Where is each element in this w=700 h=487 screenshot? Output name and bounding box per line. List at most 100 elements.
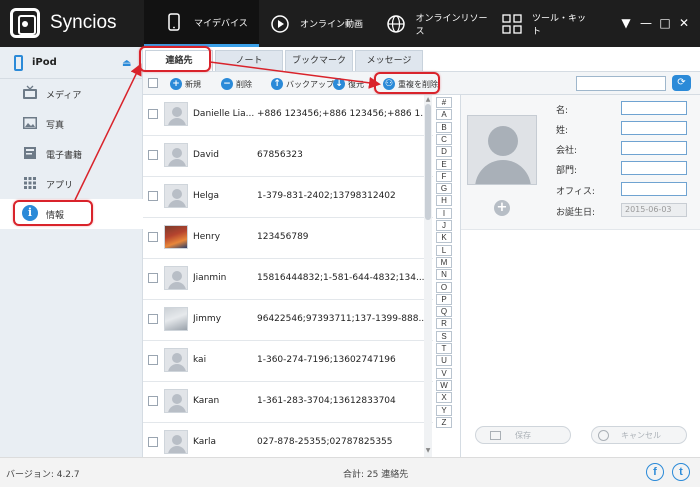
nav-tab-my-device[interactable]: マイデバイス — [144, 0, 259, 47]
facebook-icon[interactable]: f — [646, 463, 664, 481]
restore-button[interactable]: ↓ 復元 — [333, 77, 364, 91]
device-header[interactable]: iPod ⏏ — [0, 47, 143, 79]
version-text: バージョン: 4.2.7 — [6, 470, 80, 480]
alphabet-letter[interactable]: B — [436, 121, 452, 133]
alphabet-letter[interactable]: D — [436, 146, 452, 158]
row-checkbox[interactable] — [148, 191, 158, 201]
nav-tab-online-video[interactable]: オンライン動画 — [270, 0, 380, 47]
alphabet-letter[interactable]: Q — [436, 306, 452, 318]
last-name-field[interactable] — [621, 121, 687, 135]
backup-label: バックアップ — [286, 79, 334, 89]
department-label: 部門: — [556, 166, 578, 176]
scrollbar-thumb[interactable] — [425, 104, 431, 220]
alphabet-letter[interactable]: V — [436, 367, 452, 379]
sidebar-item-photos[interactable]: 写真 — [0, 109, 143, 139]
eject-icon[interactable]: ⏏ — [122, 58, 131, 69]
alphabet-letter[interactable]: I — [436, 207, 452, 219]
row-checkbox[interactable] — [148, 150, 158, 160]
alphabet-letter[interactable]: K — [436, 232, 452, 244]
contact-row[interactable]: Danielle Lia... +886 123456;+886 123456;+… — [143, 95, 433, 136]
alphabet-letter[interactable]: M — [436, 256, 452, 268]
tab-notes[interactable]: ノート — [215, 50, 283, 71]
tab-messages[interactable]: メッセージ — [355, 50, 423, 71]
sidebar: iPod ⏏ メディア 写真 電子書籍 アプリ i 情報 — [0, 47, 143, 457]
grid-icon — [502, 13, 522, 34]
new-contact-button[interactable]: + 新規 — [170, 77, 201, 91]
add-photo-icon[interactable]: + — [494, 200, 510, 216]
alphabet-letter[interactable]: H — [436, 195, 452, 207]
alphabet-letter[interactable]: G — [436, 183, 452, 195]
search-input[interactable] — [576, 76, 666, 91]
scroll-down-icon[interactable]: ▼ — [424, 447, 432, 454]
nav-tab-toolkit[interactable]: ツール・キット — [502, 0, 592, 47]
close-button[interactable]: ✕ — [675, 14, 693, 32]
company-field[interactable] — [621, 141, 687, 155]
scroll-up-icon[interactable]: ▲ — [424, 96, 432, 103]
alphabet-letter[interactable]: X — [436, 392, 452, 404]
alphabet-letter[interactable]: Z — [436, 416, 452, 428]
contact-phone: 96422546;97393711;137-1399-888... — [257, 314, 427, 324]
row-checkbox[interactable] — [148, 109, 158, 119]
alphabet-letter[interactable]: # — [436, 97, 452, 108]
alphabet-letter[interactable]: J — [436, 220, 452, 231]
alphabet-letter[interactable]: C — [436, 133, 452, 145]
select-all-checkbox[interactable] — [148, 78, 158, 88]
alphabet-letter[interactable]: O — [436, 281, 452, 293]
alphabet-letter[interactable]: W — [436, 379, 452, 391]
nav-tab-label: ツール・キット — [532, 13, 587, 37]
contact-row[interactable]: Karla 027-878-25355;02787825355 — [143, 423, 433, 457]
contact-name: Henry — [193, 232, 221, 242]
sidebar-item-media[interactable]: メディア — [0, 79, 143, 109]
contact-row[interactable]: Henry 123456789 — [143, 218, 433, 259]
contact-row[interactable]: Karan 1-361-283-3704;13612833704 — [143, 382, 433, 423]
save-button[interactable]: 保存 — [475, 426, 571, 444]
alphabet-index: # A B C D E F G H I J K L M N O P Q R S T U V W X Y Z — [433, 95, 459, 457]
row-checkbox[interactable] — [148, 437, 158, 447]
contact-row[interactable]: kai 1-360-274-7196;13602747196 — [143, 341, 433, 382]
row-checkbox[interactable] — [148, 355, 158, 365]
contact-row[interactable]: David 67856323 — [143, 136, 433, 177]
alphabet-letter[interactable]: F — [436, 170, 452, 182]
contact-phone: 1-361-283-3704;13612833704 — [257, 396, 396, 406]
menu-dropdown-icon[interactable]: ▼ — [617, 14, 635, 32]
contact-avatar — [164, 348, 188, 372]
contact-row[interactable]: Jianmin 15816444832;1-581-644-4832;134... — [143, 259, 433, 300]
new-label: 新規 — [185, 79, 201, 89]
alphabet-letter[interactable]: A — [436, 109, 452, 121]
contact-row[interactable]: Jimmy 96422546;97393711;137-1399-888... — [143, 300, 433, 341]
alphabet-letter[interactable]: U — [436, 355, 452, 367]
contact-avatar — [164, 430, 188, 454]
alphabet-letter[interactable]: S — [436, 330, 452, 342]
contact-phone: +886 123456;+886 123456;+886 1... — [257, 109, 427, 119]
nav-tab-online-resources[interactable]: オンラインリソース — [386, 0, 494, 47]
birthday-field[interactable]: 2015-06-03 — [621, 203, 687, 217]
contact-row[interactable]: Helga 1-379-831-2402;13798312402 — [143, 177, 433, 218]
refresh-icon[interactable]: ⟳ — [672, 75, 691, 91]
row-checkbox[interactable] — [148, 273, 158, 283]
alphabet-letter[interactable]: R — [436, 318, 452, 330]
contact-avatar — [164, 143, 188, 167]
alphabet-letter[interactable]: P — [436, 293, 452, 305]
delete-button[interactable]: − 削除 — [221, 77, 252, 91]
cancel-button[interactable]: キャンセル — [591, 426, 687, 444]
alphabet-letter[interactable]: E — [436, 158, 452, 170]
department-field[interactable] — [621, 161, 687, 175]
row-checkbox[interactable] — [148, 314, 158, 324]
maximize-button[interactable]: □ — [656, 14, 674, 32]
sidebar-item-ebooks[interactable]: 電子書籍 — [0, 139, 143, 169]
sidebar-item-apps[interactable]: アプリ — [0, 169, 143, 199]
alphabet-letter[interactable]: L — [436, 244, 452, 256]
twitter-icon[interactable]: t — [672, 463, 690, 481]
row-checkbox[interactable] — [148, 396, 158, 406]
tab-bookmarks[interactable]: ブックマーク — [285, 50, 353, 71]
office-field[interactable] — [621, 182, 687, 196]
plus-icon: + — [170, 78, 182, 90]
annotation-highlight-contacts-tab — [139, 46, 211, 72]
row-checkbox[interactable] — [148, 232, 158, 242]
alphabet-letter[interactable]: T — [436, 343, 452, 354]
minimize-button[interactable]: — — [637, 14, 655, 32]
alphabet-letter[interactable]: N — [436, 269, 452, 281]
backup-button[interactable]: ↑ バックアップ — [271, 77, 334, 91]
alphabet-letter[interactable]: Y — [436, 404, 452, 416]
first-name-field[interactable] — [621, 101, 687, 115]
